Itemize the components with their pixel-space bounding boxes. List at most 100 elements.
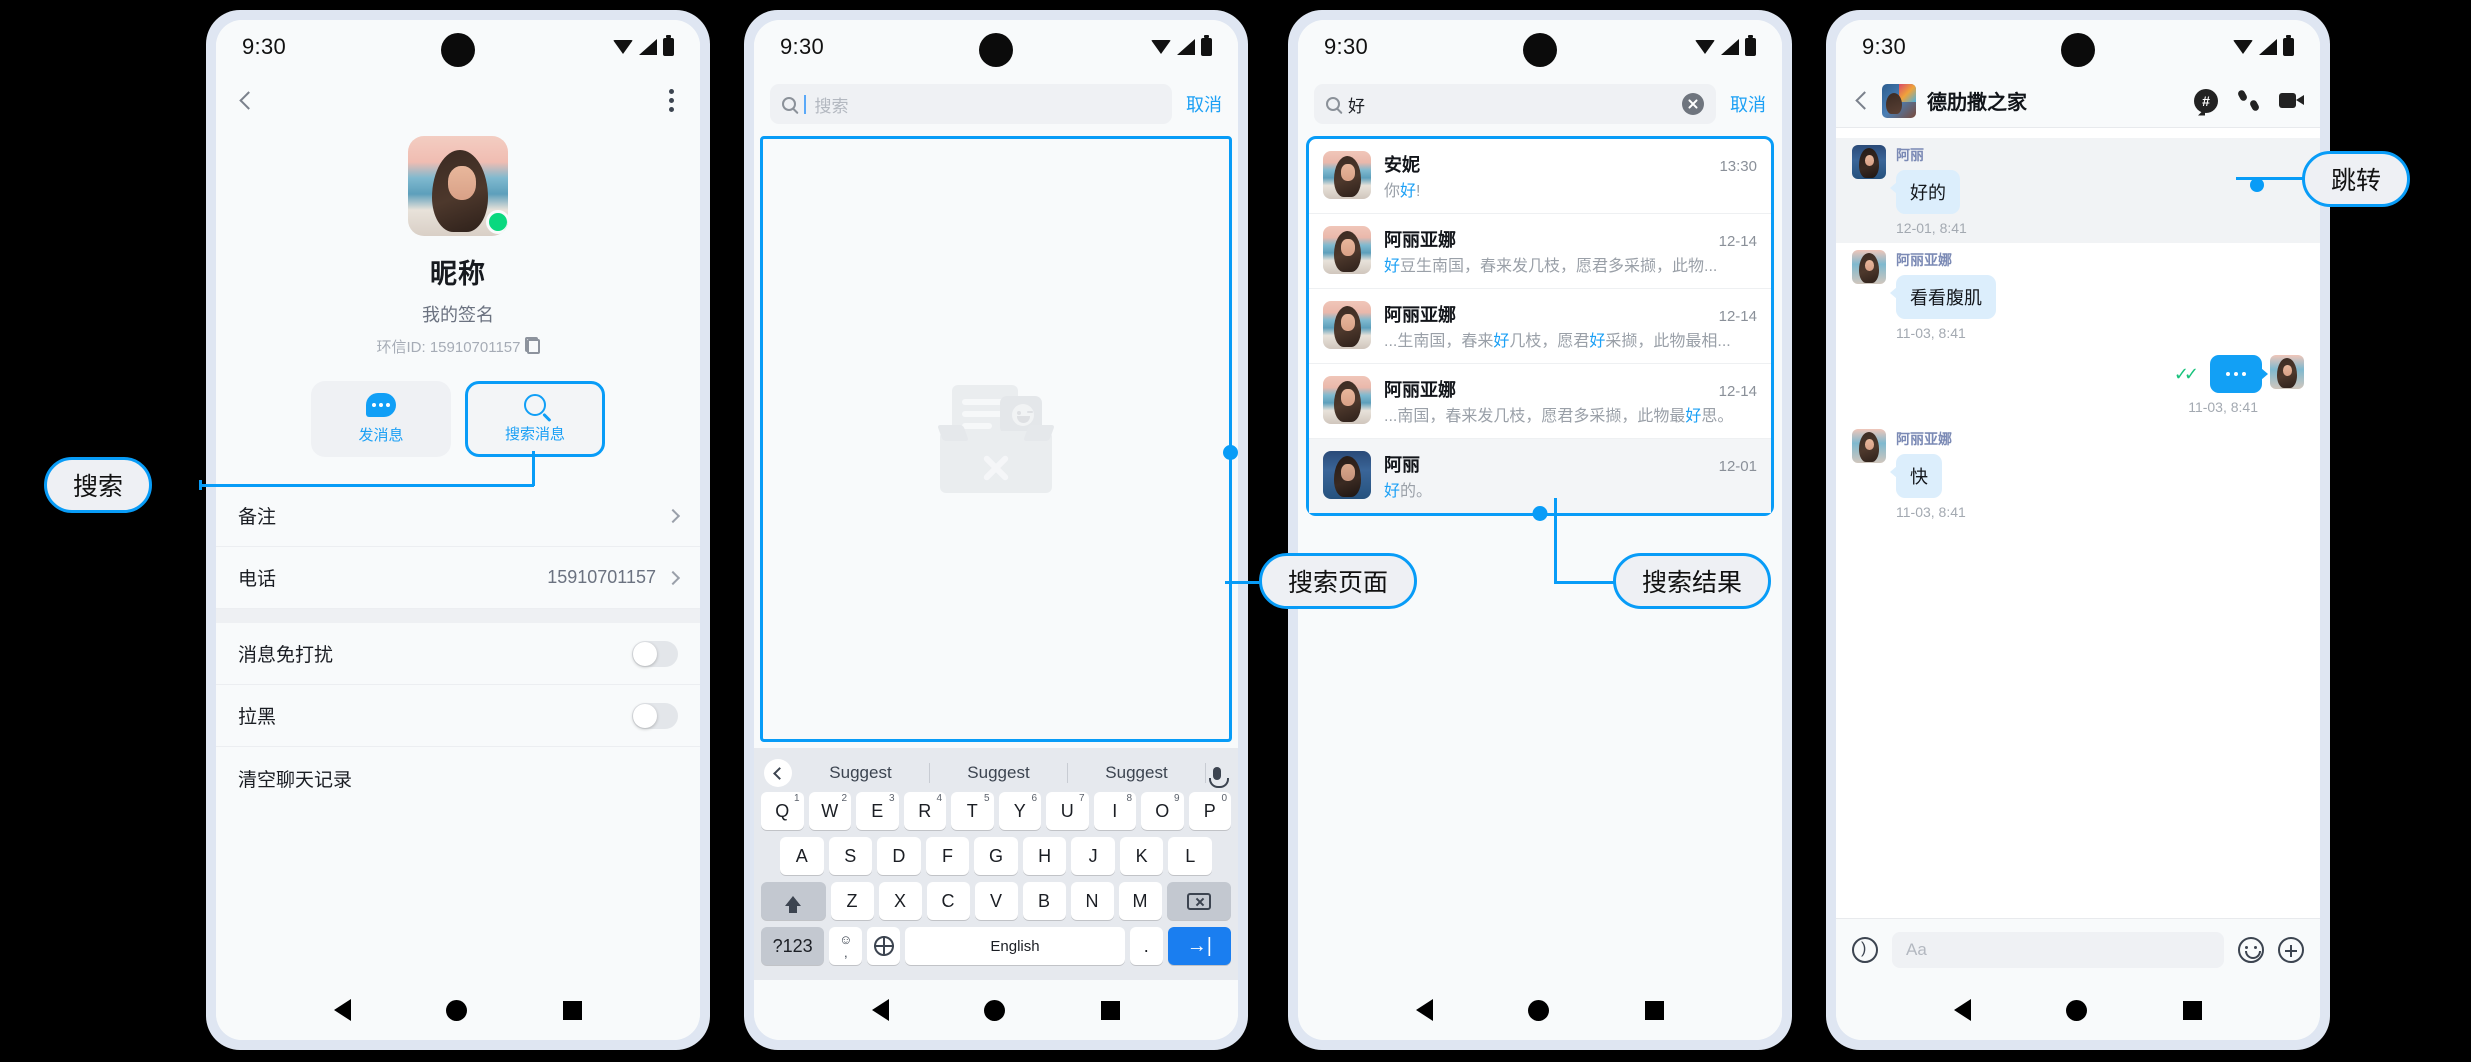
search-input[interactable]: 搜索 <box>770 84 1172 124</box>
search-result-row[interactable]: 阿丽亚娜 12-14 ...南国，春来发几枝，愿君多采撷，此物最好思。 <box>1309 364 1771 439</box>
nav-back-icon[interactable] <box>333 999 351 1021</box>
avatar[interactable] <box>1852 250 1886 284</box>
search-result-top: 阿丽亚娜 12-14 <box>1384 301 1757 327</box>
nav-home-icon[interactable] <box>984 999 1006 1021</box>
key-m[interactable]: M <box>1118 882 1162 920</box>
row-mute[interactable]: 消息免打扰 <box>216 623 700 685</box>
emoji-icon[interactable] <box>2238 936 2264 963</box>
key-r[interactable]: R4 <box>903 792 946 830</box>
key-j[interactable]: J <box>1071 837 1115 875</box>
key-e[interactable]: E3 <box>856 792 899 830</box>
microphone-icon[interactable] <box>1206 766 1229 788</box>
key-k[interactable]: K <box>1119 837 1164 875</box>
row-remark[interactable]: 备注 <box>216 485 700 547</box>
nav-back-icon[interactable] <box>1415 999 1433 1021</box>
key-h[interactable]: H <box>1022 837 1067 875</box>
row-phone-value: 15910701157 <box>547 567 656 587</box>
clear-circle-icon[interactable] <box>1682 93 1704 115</box>
nav-recent-icon[interactable] <box>563 1000 583 1020</box>
suggestion-1[interactable]: Suggest <box>792 763 930 783</box>
key-p[interactable]: P0 <box>1188 792 1231 830</box>
key-v[interactable]: V <box>974 882 1018 920</box>
key-a[interactable]: A <box>779 837 824 875</box>
keyboard-back-button[interactable] <box>764 759 792 787</box>
key-f[interactable]: F <box>925 837 970 875</box>
search-input[interactable]: 好 <box>1314 84 1716 124</box>
nav-recent-icon[interactable] <box>2183 1000 2203 1020</box>
key-u[interactable]: U7 <box>1046 792 1089 830</box>
row-clear-history[interactable]: 清空聊天记录 <box>216 747 700 809</box>
nav-home-icon[interactable] <box>446 999 468 1021</box>
key-w[interactable]: W2 <box>808 792 851 830</box>
key-n[interactable]: N <box>1070 882 1114 920</box>
leader-line <box>532 451 535 486</box>
search-result-row[interactable]: 安妮 13:30 你好! <box>1309 139 1771 214</box>
message-bubble[interactable]: 好的 <box>1890 170 1960 214</box>
chat-message-outgoing[interactable]: ✓✓ 11-03, 8:41 <box>1836 348 2320 422</box>
block-toggle[interactable] <box>632 702 678 729</box>
backspace-icon[interactable] <box>1166 882 1231 920</box>
kebab-menu-icon[interactable] <box>669 88 680 112</box>
back-icon[interactable] <box>239 90 258 110</box>
key-b[interactable]: B <box>1022 882 1066 920</box>
nav-recent-icon[interactable] <box>1645 1000 1665 1020</box>
row-block[interactable]: 拉黑 <box>216 685 700 747</box>
avatar[interactable] <box>408 136 508 236</box>
key-d[interactable]: D <box>877 837 921 875</box>
nav-recent-icon[interactable] <box>1101 1000 1121 1020</box>
avatar[interactable] <box>1852 145 1886 179</box>
key-i[interactable]: I8 <box>1093 792 1136 830</box>
status-icons <box>1151 35 1212 56</box>
numbers-key[interactable]: ?123 <box>761 927 825 965</box>
search-message-button[interactable]: 搜索消息 <box>465 381 605 457</box>
message-bubble[interactable]: 看看腹肌 <box>1890 275 1996 319</box>
space-key[interactable]: English <box>905 927 1125 965</box>
suggestion-2[interactable]: Suggest <box>930 763 1068 783</box>
nav-back-icon[interactable] <box>1953 999 1971 1021</box>
search-result-row[interactable]: 阿丽 12-01 好的。 <box>1309 439 1771 513</box>
key-x[interactable]: X <box>878 882 922 920</box>
chat-message[interactable]: 阿丽亚娜 看看腹肌 11-03, 8:41 <box>1836 243 2320 348</box>
nav-home-icon[interactable] <box>1528 999 1550 1021</box>
suggestion-3[interactable]: Suggest <box>1068 763 1206 783</box>
message-bubble[interactable]: 快 <box>1890 454 1942 498</box>
hashtag-icon[interactable] <box>2194 88 2218 113</box>
emoji-comma-key[interactable]: ☺ , <box>829 927 863 965</box>
enter-key[interactable]: →| <box>1167 927 1232 965</box>
key-g[interactable]: G <box>974 837 1018 875</box>
period-key[interactable]: . <box>1129 927 1163 965</box>
chat-message[interactable]: 阿丽亚娜 快 11-03, 8:41 <box>1836 422 2320 527</box>
nav-home-icon[interactable] <box>2066 999 2088 1021</box>
key-q[interactable]: Q1 <box>761 792 804 830</box>
back-icon[interactable] <box>1855 91 1874 110</box>
avatar[interactable] <box>2270 355 2304 389</box>
avatar[interactable] <box>1852 429 1886 463</box>
key-c[interactable]: C <box>926 882 970 920</box>
globe-icon[interactable] <box>867 927 901 965</box>
row-phone[interactable]: 电话 15910701157 <box>216 547 700 609</box>
video-camera-icon[interactable] <box>2279 92 2304 109</box>
search-result-row[interactable]: 阿丽亚娜 12-14 好豆生南国，春来发几枝，愿君多采撷，此物... <box>1309 214 1771 289</box>
phone-icon[interactable] <box>2238 90 2259 111</box>
keyboard-row-1: Q1 W2 E3 R4 T5 Y6 U7 I8 O9 P0 <box>758 792 1234 830</box>
key-t[interactable]: T5 <box>951 792 994 830</box>
shift-icon[interactable] <box>761 882 826 920</box>
copy-icon[interactable] <box>524 337 540 354</box>
key-l[interactable]: L <box>1168 837 1213 875</box>
group-avatar[interactable] <box>1882 83 1916 118</box>
plus-icon[interactable] <box>2278 936 2304 963</box>
chat-message-focused[interactable]: 阿丽 好的 12-01, 8:41 <box>1836 138 2320 243</box>
cancel-button[interactable]: 取消 <box>1730 91 1766 117</box>
key-y[interactable]: Y6 <box>998 792 1041 830</box>
message-bubble-outgoing[interactable] <box>2210 355 2268 393</box>
key-s[interactable]: S <box>828 837 873 875</box>
cancel-button[interactable]: 取消 <box>1186 91 1222 117</box>
send-message-button[interactable]: 发消息 <box>311 381 451 457</box>
nav-back-icon[interactable] <box>871 999 889 1021</box>
message-input[interactable]: Aa <box>1892 931 2224 968</box>
voice-icon[interactable] <box>1852 936 1878 963</box>
search-result-row[interactable]: 阿丽亚娜 12-14 ...生南国，春来好几枝，愿君好采撷，此物最相... <box>1309 289 1771 364</box>
mute-toggle[interactable] <box>632 640 678 667</box>
key-o[interactable]: O9 <box>1141 792 1184 830</box>
key-z[interactable]: Z <box>830 882 874 920</box>
